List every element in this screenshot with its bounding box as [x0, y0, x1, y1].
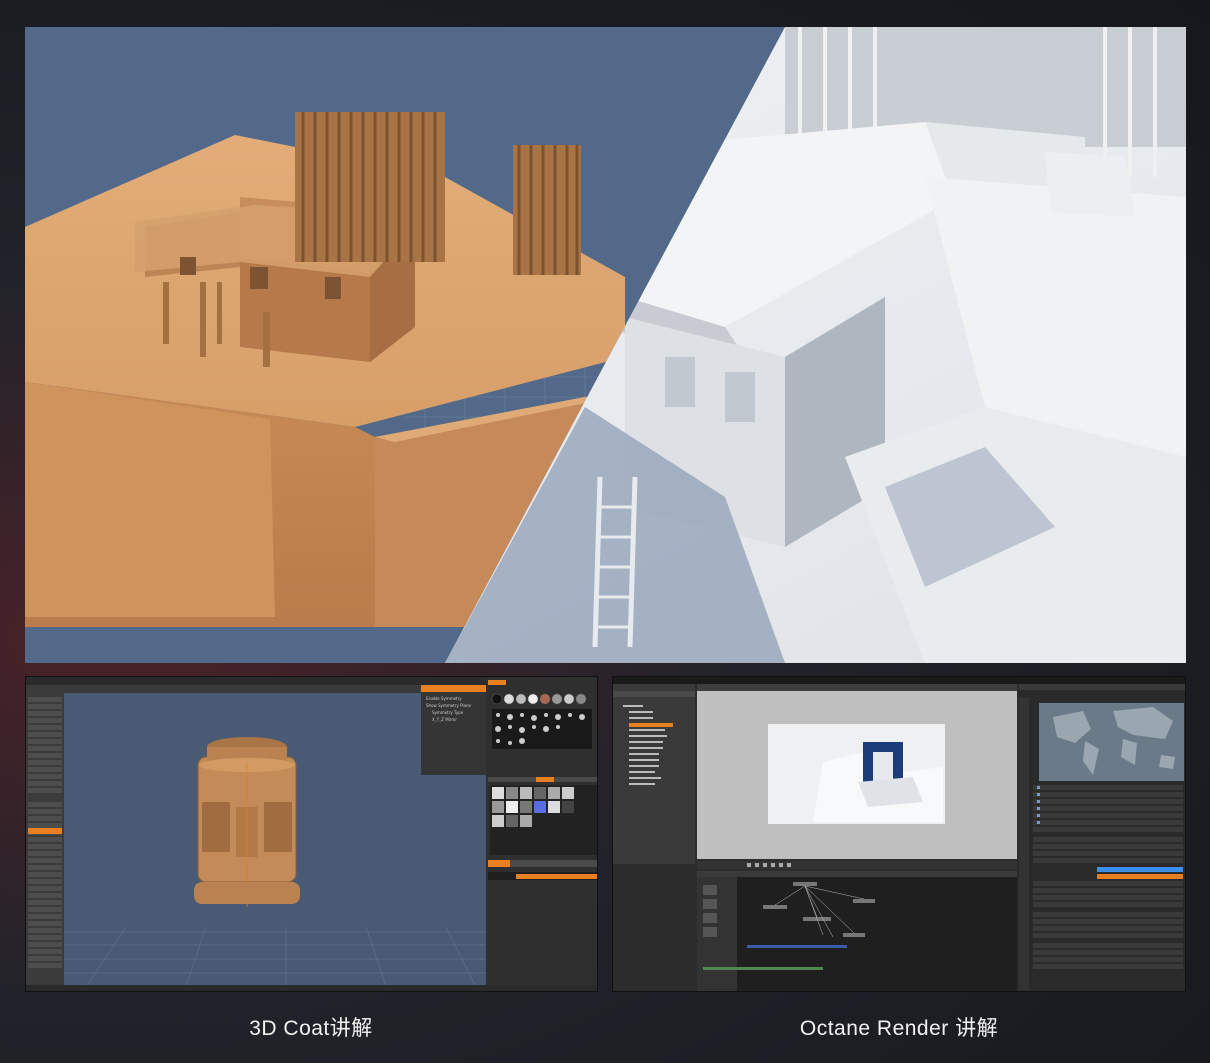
page: Enable Symmetry Show Symmetry Plane Symm…	[0, 0, 1210, 1063]
svg-text:Symmetry Type: Symmetry Type	[432, 710, 464, 715]
svg-text:Show Symmetry Plane: Show Symmetry Plane	[426, 703, 472, 708]
svg-text:X_Y_Z Mirror: X_Y_Z Mirror	[432, 717, 457, 722]
scene-illustration	[25, 27, 1186, 663]
caption-octane: Octane Render 讲解	[799, 1017, 999, 1040]
sculpt-object	[194, 737, 300, 907]
octane-screenshot	[612, 676, 1186, 992]
caption-3dcoat: 3D Coat讲解	[249, 1017, 373, 1040]
hero-comparison-image	[25, 27, 1186, 663]
3dcoat-screenshot: Enable Symmetry Show Symmetry Plane Symm…	[25, 676, 598, 992]
svg-text:Enable Symmetry: Enable Symmetry	[426, 696, 462, 701]
